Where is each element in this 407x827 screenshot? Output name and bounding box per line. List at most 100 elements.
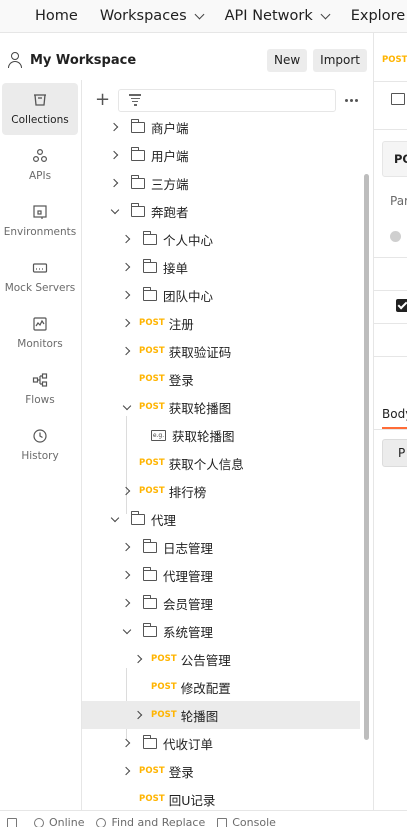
add-collection-icon[interactable]: + [95, 91, 110, 109]
sidebar-item-collections[interactable]: Collections [2, 83, 78, 135]
tree-request[interactable]: POST 轮播图 [82, 701, 360, 729]
sidebar-item-monitors[interactable]: Monitors [2, 307, 78, 359]
chevron-right-icon[interactable] [119, 343, 135, 359]
chevron-right-icon[interactable] [119, 539, 135, 555]
method-badge: POST [151, 654, 177, 664]
tree-request[interactable]: POST 登录 [82, 757, 360, 785]
tree-folder[interactable]: 代理管理 [82, 561, 360, 589]
find-replace-button[interactable]: Find and Replace [96, 811, 205, 827]
tree-folder[interactable]: 会员管理 [82, 589, 360, 617]
sidebar-item-history[interactable]: History [2, 419, 78, 471]
method-badge: POST [139, 346, 165, 356]
tree-folder[interactable]: 团队中心 [82, 281, 360, 309]
user-icon [8, 52, 22, 68]
tree-item-label: 登录 [168, 372, 194, 388]
tree-request[interactable]: POST 获取轮播图 [82, 393, 360, 421]
more-options-icon[interactable] [345, 98, 359, 102]
chevron-right-icon[interactable] [119, 763, 135, 779]
nav-explore[interactable]: Explore [351, 8, 405, 24]
import-button[interactable]: Import [313, 48, 367, 72]
chevron-right-icon[interactable] [107, 147, 123, 163]
tree-folder[interactable]: 奔跑者 [82, 197, 360, 225]
chevron-down-icon[interactable] [107, 511, 123, 527]
tree-item-label: 会员管理 [163, 596, 214, 612]
tree-item-label: 代理管理 [163, 568, 214, 584]
tree-item-label: 公告管理 [180, 652, 231, 668]
status-icon-item[interactable] [7, 811, 22, 827]
sidebar-item-environments[interactable]: Environments [2, 195, 78, 247]
flows-icon [32, 372, 48, 388]
chevron-down-icon[interactable] [119, 623, 135, 639]
online-status[interactable]: Online [34, 811, 85, 827]
tree-folder[interactable]: 三方端 [82, 169, 360, 197]
params-tab[interactable]: Par [390, 194, 407, 208]
online-label: Online [49, 816, 85, 827]
tree-scrollbar[interactable] [364, 174, 369, 740]
tree-item-label: 接单 [163, 260, 189, 276]
sidebar-item-apis[interactable]: APIs [2, 139, 78, 191]
tab-method-badge[interactable]: POST [382, 55, 407, 65]
folder-icon [142, 566, 157, 581]
nav-workspaces[interactable]: Workspaces [100, 8, 205, 24]
chevron-right-icon[interactable] [119, 231, 135, 247]
filter-input[interactable] [118, 88, 337, 112]
method-badge: POST [139, 374, 165, 384]
radio-icon[interactable] [390, 231, 401, 242]
tree-request[interactable]: POST 获取个人信息 [82, 449, 360, 477]
tree-item-label: 登录 [168, 764, 194, 780]
folder-icon [142, 230, 157, 245]
tree-example[interactable]: e.g. 获取轮播图 [82, 421, 360, 449]
chevron-right-icon[interactable] [119, 567, 135, 583]
tree-folder[interactable]: 系统管理 [82, 617, 360, 645]
tree-request[interactable]: POST 注册 [82, 309, 360, 337]
tree-folder[interactable]: 日志管理 [82, 533, 360, 561]
tree-request[interactable]: POST 排行榜 [82, 477, 360, 505]
chevron-right-icon[interactable] [131, 707, 147, 723]
divider [374, 129, 407, 130]
chevron-right-icon[interactable] [131, 651, 147, 667]
checkbox-icon[interactable] [396, 299, 407, 312]
sidebar-item-label: Environments [3, 226, 77, 238]
chevron-right-icon[interactable] [119, 595, 135, 611]
tree-item-label: 团队中心 [163, 288, 214, 304]
tree-folder[interactable]: 用户端 [82, 141, 360, 169]
tree-item-label: 排行榜 [168, 484, 207, 500]
chevron-down-icon[interactable] [119, 399, 135, 415]
chevron-down-icon [194, 9, 205, 19]
new-button[interactable]: New [266, 48, 308, 72]
method-select[interactable]: PO [382, 141, 407, 177]
folder-icon [130, 202, 145, 217]
body-option-button[interactable]: P [382, 439, 407, 467]
sidebar-item-label: History [21, 450, 59, 462]
tree-request[interactable]: POST 修改配置 [82, 673, 360, 701]
tree-folder[interactable]: 商户端 [82, 113, 360, 141]
workspace-header: My Workspace New Import [0, 44, 373, 76]
chevron-right-icon[interactable] [119, 287, 135, 303]
chevron-down-icon[interactable] [107, 203, 123, 219]
online-icon [34, 817, 44, 827]
tree-folder[interactable]: 个人中心 [82, 225, 360, 253]
chevron-right-icon[interactable] [119, 315, 135, 331]
tree-request[interactable]: POST 登录 [82, 365, 360, 393]
tree-folder[interactable]: 接单 [82, 253, 360, 281]
tree-item-label: 日志管理 [163, 540, 214, 556]
sidebar-item-mock-servers[interactable]: Mock Servers [2, 251, 78, 303]
method-badge: POST [139, 486, 165, 496]
sidebar-item-label: Collections [11, 114, 69, 126]
tree-request[interactable]: POST 公告管理 [82, 645, 360, 673]
tree-request[interactable]: POST 回U记录 [82, 785, 360, 813]
chevron-right-icon[interactable] [119, 259, 135, 275]
tree-request[interactable]: POST 获取验证码 [82, 337, 360, 365]
nav-api-network[interactable]: API Network [225, 8, 331, 24]
sidebar-item-flows[interactable]: Flows [2, 363, 78, 415]
chevron-right-icon[interactable] [119, 735, 135, 751]
body-tab[interactable]: Body [382, 407, 407, 421]
chevron-right-icon[interactable] [107, 175, 123, 191]
chevron-right-icon[interactable] [107, 119, 123, 135]
nav-home[interactable]: Home [35, 8, 78, 24]
chevron-right-icon[interactable] [119, 483, 135, 499]
console-button[interactable]: Console [217, 811, 276, 827]
tree-folder[interactable]: 代收订单 [82, 729, 360, 757]
tree-folder[interactable]: 代理 [82, 505, 360, 533]
tree-item-label: 获取个人信息 [168, 456, 244, 472]
